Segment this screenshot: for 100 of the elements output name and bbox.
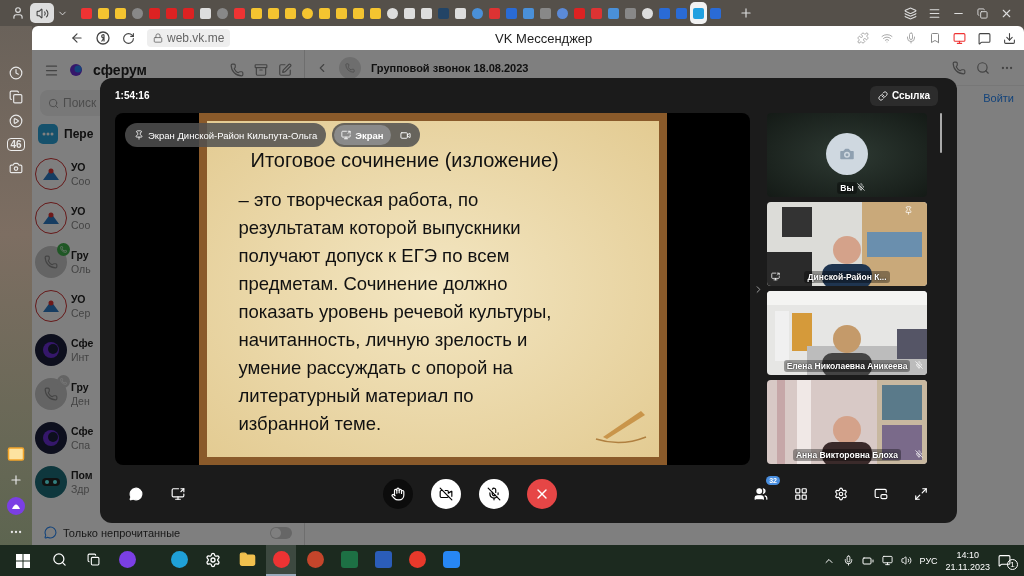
- camera-button[interactable]: [430, 479, 461, 509]
- logo-icon: [69, 63, 83, 77]
- language-indicator[interactable]: РУС: [919, 555, 938, 566]
- slide-text-line: начитанность, личную зрелость и: [238, 328, 528, 352]
- address-field[interactable]: web.vk.me: [147, 29, 231, 47]
- counter-badge[interactable]: 46: [7, 138, 25, 151]
- call-avatar: [35, 246, 67, 278]
- chat-preview: Здр: [71, 483, 91, 495]
- reload-icon[interactable]: [122, 31, 135, 45]
- raise-hand-button[interactable]: [382, 479, 413, 509]
- start-icon[interactable]: [16, 553, 30, 568]
- slide-text-line: показать уровень речевой культуры,: [238, 300, 552, 324]
- chat-avatar: [35, 202, 67, 234]
- slide-title: Итоговое сочинение (изложение): [250, 149, 560, 172]
- participant-name: Анна Викторовна Блоха: [793, 449, 901, 461]
- chat-name[interactable]: УО: [71, 205, 91, 217]
- collections-icon[interactable]: [9, 90, 23, 104]
- bookmark-icon[interactable]: [929, 32, 941, 44]
- call-icon[interactable]: [230, 63, 244, 77]
- screen-share-icon: [341, 130, 352, 140]
- back-icon[interactable]: [70, 31, 84, 45]
- browser-logo-icon[interactable]: [96, 31, 110, 45]
- chat-avatar: [339, 56, 361, 79]
- chat-avatar: [35, 290, 67, 322]
- link-icon: [877, 90, 888, 101]
- volume-icon[interactable]: [900, 555, 912, 566]
- microphone-icon[interactable]: [842, 555, 854, 566]
- history-icon[interactable]: [9, 66, 23, 80]
- compose-icon[interactable]: [278, 63, 292, 77]
- chat-name[interactable]: Гру: [71, 249, 91, 261]
- screenshot-icon[interactable]: [9, 161, 23, 175]
- chat-name[interactable]: УО: [71, 293, 91, 305]
- participant-tile[interactable]: Вы: [767, 113, 927, 197]
- call-avatar: [35, 378, 67, 410]
- slide-text-line: умение рассуждать с опорой на: [238, 356, 513, 380]
- mic-off-icon: [486, 487, 501, 501]
- menu-icon[interactable]: [44, 62, 59, 78]
- slide-text-line: результатам которой выпускники: [238, 216, 521, 240]
- slide-text-line: избранной теме.: [238, 412, 382, 436]
- clock-time[interactable]: 14:10: [956, 548, 980, 561]
- chat-preview: Сер: [71, 307, 91, 319]
- slide-text-line: – это творческая работа, по: [238, 188, 479, 212]
- participant-tile[interactable]: Динской-Район К...: [767, 202, 927, 286]
- people-icon: [754, 487, 768, 501]
- toggle-switch[interactable]: [270, 526, 292, 539]
- call-timer: 1:54:16: [115, 90, 150, 101]
- brand-name: сферум: [93, 62, 148, 78]
- settings-icon: [834, 487, 848, 501]
- join-link[interactable]: Войти: [983, 92, 1014, 104]
- microphone-button[interactable]: [478, 479, 509, 509]
- bot-avatar: [35, 466, 67, 498]
- clock-date[interactable]: 21.11.2023: [945, 560, 990, 573]
- chat-name[interactable]: Пом: [71, 469, 93, 481]
- chat-name[interactable]: УО: [71, 161, 91, 173]
- participant-name: Динской-Район К...: [804, 271, 890, 283]
- notifications-icon[interactable]: [998, 554, 1011, 567]
- network-icon[interactable]: [881, 555, 893, 566]
- assistant-icon[interactable]: [7, 497, 25, 515]
- chat-name[interactable]: Сфе: [71, 425, 94, 437]
- chat-bubble-icon: [38, 124, 58, 144]
- mail-icon[interactable]: [7, 445, 25, 463]
- fullscreen-icon: [914, 487, 928, 501]
- call-icon[interactable]: [952, 60, 966, 75]
- chat-avatar: [35, 158, 67, 190]
- video-camera-icon: [399, 129, 411, 141]
- picture-in-picture-icon: [874, 487, 888, 501]
- slide-text-line: предметам. Сочинение должно: [238, 272, 508, 296]
- slide-text-line: литературный материал по: [238, 384, 474, 408]
- pin-icon: [134, 130, 144, 140]
- screen-view-tab[interactable]: Экран: [334, 125, 391, 145]
- chat-name[interactable]: Гру: [71, 381, 90, 393]
- chat-icon[interactable]: [978, 31, 991, 45]
- grid-icon: [794, 487, 808, 501]
- chat-icon: [129, 487, 143, 501]
- lock-icon: [153, 33, 163, 43]
- sound-icon[interactable]: [30, 3, 54, 23]
- scrollbar-thumb[interactable]: [940, 113, 942, 153]
- slide-text-line: получают допуск к ЕГЭ по всем: [238, 244, 510, 268]
- link-button[interactable]: Ссылка: [869, 85, 938, 106]
- video-off-icon: [438, 487, 453, 501]
- end-call-button[interactable]: [526, 479, 557, 509]
- chat-preview: Соо: [71, 219, 91, 231]
- chat-preview: Соо: [71, 175, 91, 187]
- archive-icon[interactable]: [254, 63, 268, 77]
- browser-tab[interactable]: [690, 2, 707, 24]
- pinned-chat-title[interactable]: Пере: [64, 127, 94, 141]
- add-icon[interactable]: [9, 473, 23, 487]
- participant-tile[interactable]: Анна Викторовна Блоха: [767, 380, 927, 464]
- filter-label: Только непрочитанные: [63, 526, 181, 539]
- download-icon[interactable]: [1003, 31, 1016, 45]
- chat-name[interactable]: Сфе: [71, 337, 94, 349]
- chat-avatar: [35, 334, 67, 366]
- participant-name: Вы: [837, 182, 857, 194]
- search-icon: [48, 97, 59, 109]
- chat-avatar: [35, 422, 67, 454]
- unread-icon: [44, 526, 57, 539]
- pinned-screen-label[interactable]: Экран Динской-Район Кильпута-Ольга: [125, 123, 327, 147]
- battery-icon[interactable]: [861, 554, 874, 567]
- screen-share-icon: [171, 487, 185, 501]
- play-icon[interactable]: [9, 114, 23, 128]
